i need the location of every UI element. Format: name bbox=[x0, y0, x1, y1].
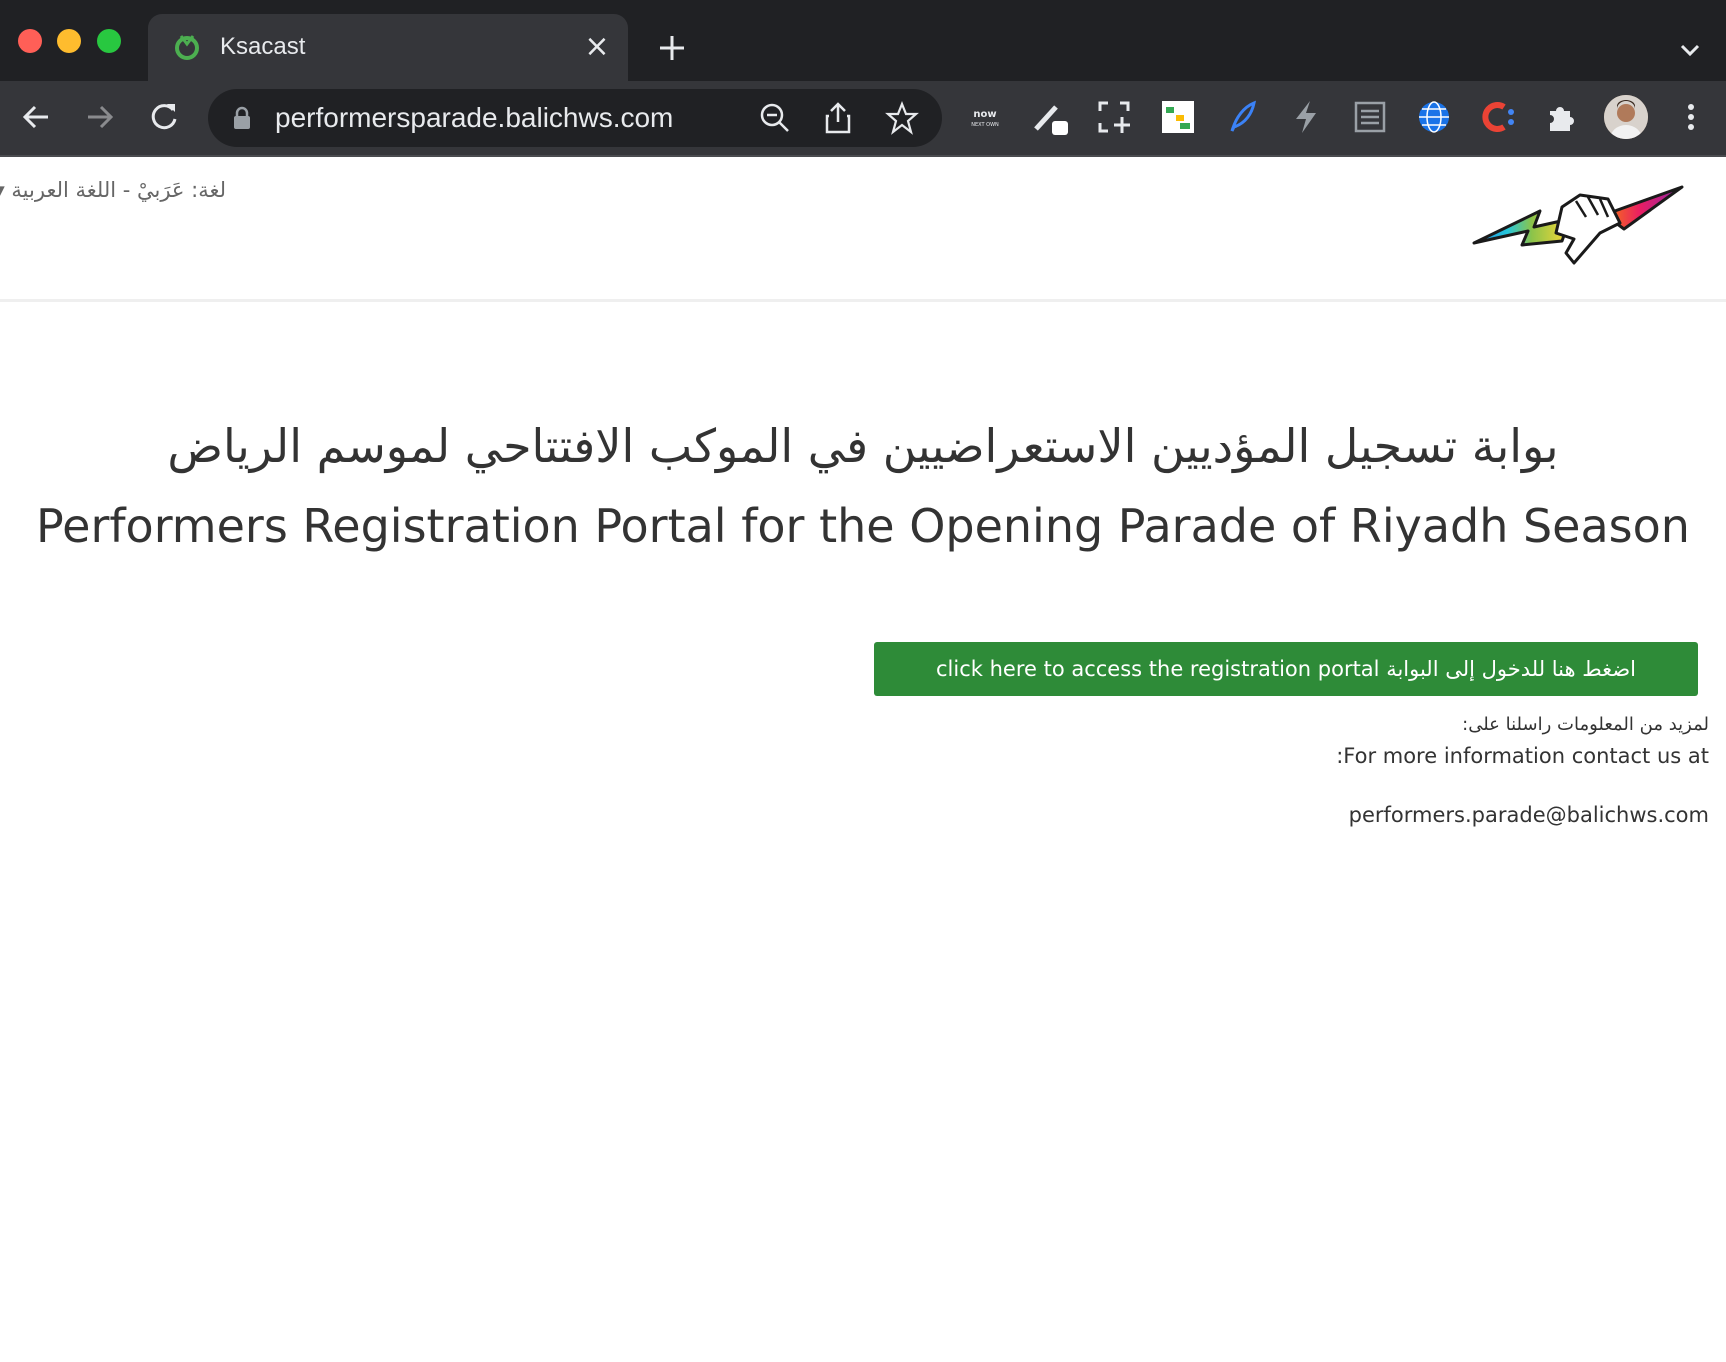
address-bar[interactable]: performersparade.balichws.com bbox=[208, 89, 942, 147]
page-title-arabic: بوابة تسجيل المؤديين الاستعراضيين في الم… bbox=[167, 419, 1559, 473]
feather-icon[interactable] bbox=[1222, 97, 1262, 137]
minimize-window-button[interactable] bbox=[57, 29, 81, 53]
chevron-down-icon[interactable] bbox=[1672, 32, 1708, 68]
profile-avatar[interactable] bbox=[1604, 95, 1648, 139]
bolt-icon[interactable] bbox=[1286, 97, 1326, 137]
svg-text:now: now bbox=[973, 109, 996, 120]
active-tab[interactable]: Ksacast × bbox=[148, 14, 628, 81]
now-next-icon[interactable]: now NEXT OWN bbox=[965, 97, 1005, 137]
screenshot-icon[interactable] bbox=[1094, 97, 1134, 137]
share-icon[interactable] bbox=[820, 100, 856, 136]
svg-text:NEXT OWN: NEXT OWN bbox=[971, 122, 999, 128]
zoom-out-icon[interactable] bbox=[757, 100, 793, 136]
globe-icon[interactable] bbox=[1414, 97, 1454, 137]
page-title-english: Performers Registration Portal for the O… bbox=[36, 499, 1690, 553]
browser-toolbar: performersparade.balichws.com now NEXT O… bbox=[0, 81, 1726, 157]
parade-logo-icon bbox=[1472, 185, 1684, 265]
back-arrow-icon[interactable] bbox=[14, 95, 58, 139]
sheets-icon[interactable] bbox=[1158, 97, 1198, 137]
site-header: لغة: عَرَبيْ - اللغة العربية ▾ bbox=[0, 157, 1726, 302]
more-options-icon[interactable] bbox=[1676, 95, 1706, 139]
registration-portal-button[interactable]: click here to access the registration po… bbox=[874, 642, 1698, 696]
contact-info-arabic: :لمزيد من المعلومات راسلنا على bbox=[1462, 714, 1709, 735]
language-selector[interactable]: لغة: عَرَبيْ - اللغة العربية ▾ bbox=[0, 175, 226, 205]
page-content: لغة: عَرَبيْ - اللغة العربية ▾ بوابة تسج… bbox=[0, 157, 1726, 1362]
c-logo-icon[interactable] bbox=[1478, 97, 1518, 137]
pen-icon[interactable] bbox=[1030, 97, 1070, 137]
maximize-window-button[interactable] bbox=[97, 29, 121, 53]
reader-icon[interactable] bbox=[1350, 97, 1390, 137]
avatar-portrait-icon bbox=[1604, 95, 1648, 139]
contact-email-link[interactable]: performers.parade@balichws.com bbox=[1349, 800, 1709, 830]
browser-tab-bar: Ksacast × bbox=[0, 0, 1726, 81]
close-window-button[interactable] bbox=[18, 29, 42, 53]
url-text[interactable]: performersparade.balichws.com bbox=[275, 99, 673, 137]
new-tab-icon[interactable] bbox=[652, 28, 692, 68]
reload-icon[interactable] bbox=[142, 95, 186, 139]
tab-title: Ksacast bbox=[220, 33, 306, 60]
bookmark-star-icon[interactable] bbox=[884, 100, 920, 136]
puzzle-icon[interactable] bbox=[1542, 97, 1582, 137]
lock-icon[interactable] bbox=[232, 106, 252, 130]
tab-close-icon[interactable]: × bbox=[580, 30, 614, 64]
forward-arrow-icon[interactable] bbox=[78, 95, 122, 139]
contact-info-english: :For more information contact us at bbox=[1336, 744, 1709, 768]
ksacast-favicon-icon bbox=[175, 35, 199, 60]
